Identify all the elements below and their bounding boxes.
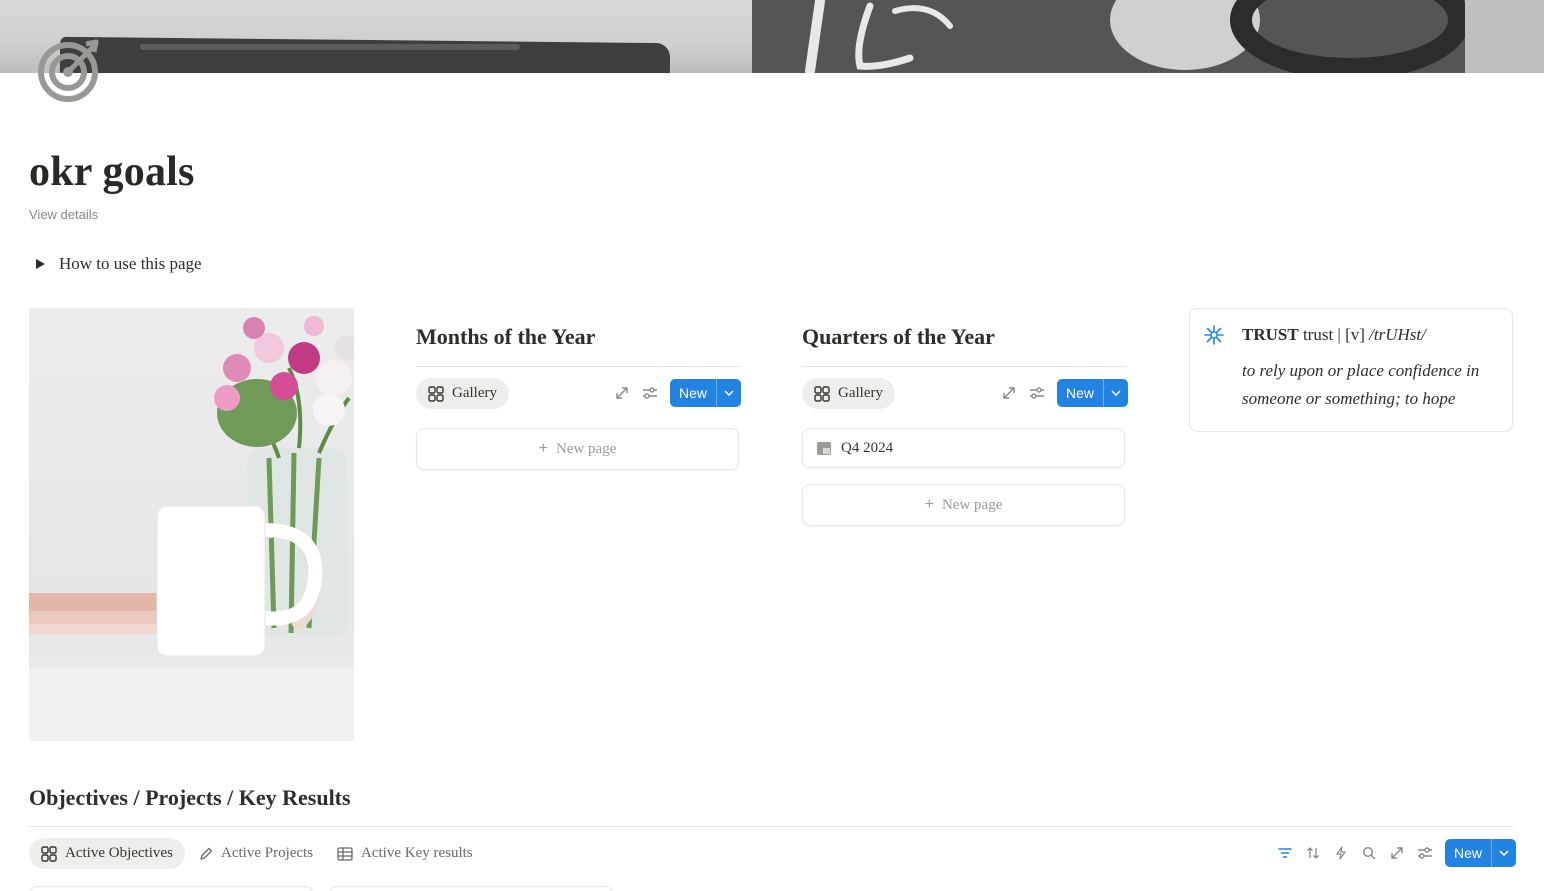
sort-icon[interactable]: [1304, 844, 1322, 862]
page-doc-icon: [817, 441, 831, 455]
months-new-page-label: New page: [555, 440, 617, 457]
search-icon[interactable]: [1360, 844, 1378, 862]
chevron-down-icon[interactable]: [717, 379, 741, 407]
quarters-gallery-view-tab[interactable]: Gallery: [802, 378, 895, 409]
months-divider: [416, 366, 740, 367]
quarters-new-page-label: New page: [941, 496, 1003, 513]
objective-card-partial[interactable]: [29, 886, 313, 891]
months-new-button[interactable]: New: [670, 379, 742, 407]
expand-icon[interactable]: [1388, 844, 1406, 862]
gallery-icon: [814, 385, 830, 402]
target-icon[interactable]: [36, 38, 102, 104]
tab-active-key-results[interactable]: Active Key results: [337, 838, 473, 869]
quarters-new-button[interactable]: New: [1057, 379, 1129, 407]
months-gallery-view-tab[interactable]: Gallery: [416, 378, 509, 409]
gallery-icon: [428, 385, 444, 402]
quarters-gallery-label: Gallery: [838, 385, 883, 401]
quarters-new-page-button[interactable]: + New page: [802, 484, 1125, 526]
callout-part-of-speech: | [v]: [1337, 325, 1365, 344]
lightning-icon[interactable]: [1332, 844, 1350, 862]
how-to-use-toggle[interactable]: How to use this page: [36, 254, 202, 274]
cover-scribble: [805, 0, 953, 73]
chevron-down-icon[interactable]: [1104, 379, 1128, 407]
quarters-divider: [802, 366, 1126, 367]
plus-icon: +: [538, 440, 548, 457]
sparkle-icon[interactable]: [1204, 325, 1224, 350]
tab-label: Active Objectives: [65, 845, 173, 861]
months-gallery-label: Gallery: [452, 385, 497, 401]
cover-image[interactable]: [0, 0, 1544, 73]
view-details-link[interactable]: View details: [29, 207, 98, 222]
gallery-card-q4-2024[interactable]: Q4 2024: [802, 428, 1125, 468]
toggle-arrow-icon[interactable]: [36, 259, 45, 269]
gallery-icon: [41, 845, 57, 862]
callout-lower: trust: [1302, 325, 1334, 344]
expand-icon[interactable]: [613, 384, 631, 402]
quarters-section-title: Quarters of the Year: [802, 324, 995, 349]
cover-pen-highlight: [140, 44, 520, 50]
okr-new-button[interactable]: New: [1445, 839, 1517, 867]
tab-active-projects[interactable]: Active Projects: [199, 838, 313, 869]
pencil-icon: [200, 847, 213, 860]
flowers-mug-photo: [29, 308, 354, 741]
months-new-page-button[interactable]: + New page: [416, 428, 739, 470]
okr-section-title: Objectives / Projects / Key Results: [29, 785, 351, 810]
months-section-title: Months of the Year: [416, 324, 596, 349]
cover-pen-shape: [59, 36, 671, 73]
expand-icon[interactable]: [1000, 384, 1018, 402]
callout-definition: to rely upon or place confidence in some…: [1242, 361, 1480, 408]
cover-mug-handle: [1230, 0, 1470, 73]
toggle-label: How to use this page: [59, 254, 202, 273]
callout-pronunciation: /trUHst/: [1369, 325, 1426, 344]
settings-sliders-icon[interactable]: [1028, 384, 1046, 402]
callout-word: TRUST: [1242, 325, 1299, 344]
trust-callout: TRUST trust | [v] /trUHst/ to rely upon …: [1189, 308, 1513, 432]
settings-sliders-icon[interactable]: [641, 384, 659, 402]
tab-label: Active Projects: [221, 845, 314, 861]
months-new-label[interactable]: New: [670, 379, 716, 407]
plus-icon: +: [924, 496, 934, 513]
okr-new-label[interactable]: New: [1445, 839, 1491, 867]
filter-icon[interactable]: [1276, 844, 1294, 862]
cover-background-right: [1465, 0, 1544, 73]
objective-card-partial[interactable]: [329, 886, 613, 891]
table-icon: [337, 846, 353, 861]
settings-sliders-icon[interactable]: [1416, 844, 1434, 862]
card-title: Q4 2024: [841, 439, 894, 456]
okr-divider: [29, 826, 1513, 827]
page-title: okr goals: [29, 149, 195, 195]
callout-heading: TRUST trust | [v] /trUHst/: [1242, 325, 1426, 345]
tab-active-objectives[interactable]: Active Objectives: [29, 838, 185, 869]
quarters-new-label[interactable]: New: [1057, 379, 1103, 407]
tab-label: Active Key results: [361, 845, 473, 861]
chevron-down-icon[interactable]: [1492, 839, 1516, 867]
